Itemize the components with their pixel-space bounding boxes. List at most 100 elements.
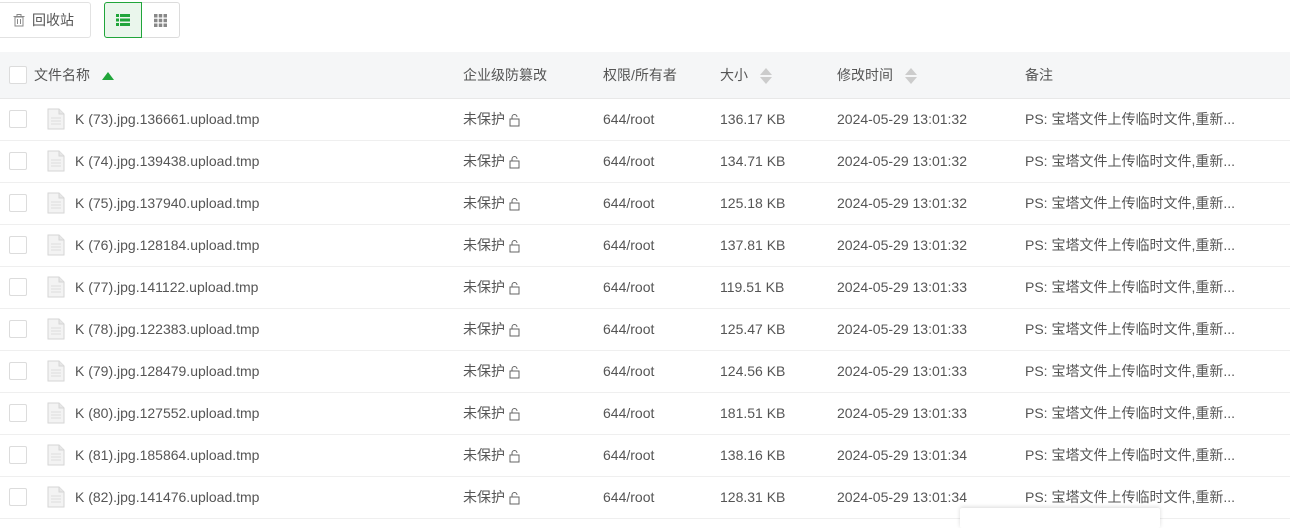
- note-value: PS: 宝塔文件上传临时文件,重新...: [1025, 111, 1235, 127]
- protection-cell[interactable]: 未保护: [463, 182, 603, 224]
- table-row[interactable]: K (74).jpg.139438.upload.tmp 未保护 644/roo…: [0, 140, 1290, 182]
- mtime-cell: 2024-05-29 13:01:33: [837, 350, 1025, 392]
- mtime-value: 2024-05-29 13:01:32: [837, 153, 967, 169]
- size-cell: 124.56 KB: [720, 350, 837, 392]
- protection-cell[interactable]: 未保护: [463, 140, 603, 182]
- lock-icon[interactable]: [507, 281, 521, 295]
- lock-icon[interactable]: [507, 323, 521, 337]
- size-cell: 136.17 KB: [720, 98, 837, 140]
- protection-cell[interactable]: 未保护: [463, 392, 603, 434]
- recycle-bin-button[interactable]: 回收站: [0, 2, 91, 38]
- lock-icon[interactable]: [507, 365, 521, 379]
- file-name-link[interactable]: K (75).jpg.137940.upload.tmp: [75, 195, 259, 211]
- file-name-link[interactable]: K (79).jpg.128479.upload.tmp: [75, 363, 259, 379]
- permission-cell[interactable]: 644/root: [603, 98, 720, 140]
- lock-icon[interactable]: [507, 113, 521, 127]
- table-row[interactable]: K (73).jpg.136661.upload.tmp 未保护 644/roo…: [0, 98, 1290, 140]
- permission-cell[interactable]: 644/root: [603, 182, 720, 224]
- lock-icon[interactable]: [507, 155, 521, 169]
- row-checkbox[interactable]: [9, 152, 27, 171]
- file-name-link[interactable]: K (77).jpg.141122.upload.tmp: [75, 279, 258, 295]
- file-name-link[interactable]: K (76).jpg.128184.upload.tmp: [75, 237, 259, 253]
- mtime-value: 2024-05-29 13:01:33: [837, 405, 967, 421]
- table-row[interactable]: K (77).jpg.141122.upload.tmp 未保护 644/roo…: [0, 266, 1290, 308]
- header-mtime[interactable]: 修改时间: [837, 52, 1025, 99]
- note-cell[interactable]: PS: 宝塔文件上传临时文件,重新...: [1025, 308, 1290, 350]
- file-name-link[interactable]: K (80).jpg.127552.upload.tmp: [75, 405, 259, 421]
- file-name-link[interactable]: K (74).jpg.139438.upload.tmp: [75, 153, 259, 169]
- protection-cell[interactable]: 未保护: [463, 350, 603, 392]
- file-icon: [47, 150, 65, 172]
- row-checkbox[interactable]: [9, 110, 27, 129]
- mtime-cell: 2024-05-29 13:01:33: [837, 266, 1025, 308]
- lock-icon[interactable]: [507, 491, 521, 505]
- file-name-link[interactable]: K (82).jpg.141476.upload.tmp: [75, 489, 259, 505]
- trash-icon: [13, 14, 25, 27]
- protection-status: 未保护: [463, 321, 505, 337]
- lock-icon[interactable]: [507, 407, 521, 421]
- row-checkbox[interactable]: [9, 446, 27, 465]
- mtime-cell: 2024-05-29 13:01:33: [837, 392, 1025, 434]
- row-checkbox[interactable]: [9, 278, 27, 297]
- note-value: PS: 宝塔文件上传临时文件,重新...: [1025, 195, 1235, 211]
- file-name-link[interactable]: K (73).jpg.136661.upload.tmp: [75, 111, 259, 127]
- permission-cell[interactable]: 644/root: [603, 350, 720, 392]
- protection-cell[interactable]: 未保护: [463, 224, 603, 266]
- row-checkbox[interactable]: [9, 404, 27, 423]
- row-checkbox[interactable]: [9, 488, 27, 507]
- header-name-label: 文件名称: [34, 66, 90, 83]
- permission-cell[interactable]: 644/root: [603, 476, 720, 518]
- header-size[interactable]: 大小: [720, 52, 837, 99]
- grid-view-button[interactable]: [142, 2, 180, 38]
- permission-value: 644/root: [603, 405, 655, 421]
- row-checkbox[interactable]: [9, 194, 27, 213]
- note-cell[interactable]: PS: 宝塔文件上传临时文件,重新...: [1025, 140, 1290, 182]
- floating-popup: [960, 508, 1160, 528]
- note-cell[interactable]: PS: 宝塔文件上传临时文件,重新...: [1025, 350, 1290, 392]
- note-cell[interactable]: PS: 宝塔文件上传临时文件,重新...: [1025, 434, 1290, 476]
- permission-value: 644/root: [603, 111, 655, 127]
- mtime-cell: 2024-05-29 13:01:32: [837, 224, 1025, 266]
- file-name-link[interactable]: K (81).jpg.185864.upload.tmp: [75, 447, 259, 463]
- table-row[interactable]: K (81).jpg.185864.upload.tmp 未保护 644/roo…: [0, 434, 1290, 476]
- protection-cell[interactable]: 未保护: [463, 308, 603, 350]
- protection-cell[interactable]: 未保护: [463, 266, 603, 308]
- table-row[interactable]: K (78).jpg.122383.upload.tmp 未保护 644/roo…: [0, 308, 1290, 350]
- list-view-button[interactable]: [104, 2, 142, 38]
- permission-cell[interactable]: 644/root: [603, 224, 720, 266]
- note-cell[interactable]: PS: 宝塔文件上传临时文件,重新...: [1025, 182, 1290, 224]
- protection-cell[interactable]: 未保护: [463, 434, 603, 476]
- header-name[interactable]: 文件名称: [34, 52, 463, 99]
- permission-cell[interactable]: 644/root: [603, 392, 720, 434]
- permission-cell[interactable]: 644/root: [603, 140, 720, 182]
- mtime-value: 2024-05-29 13:01:33: [837, 279, 967, 295]
- select-all-checkbox[interactable]: [9, 65, 27, 84]
- lock-icon[interactable]: [507, 239, 521, 253]
- row-checkbox[interactable]: [9, 320, 27, 339]
- note-cell[interactable]: PS: 宝塔文件上传临时文件,重新...: [1025, 98, 1290, 140]
- row-checkbox[interactable]: [9, 362, 27, 381]
- size-value: 134.71 KB: [720, 153, 786, 169]
- protection-status: 未保护: [463, 447, 505, 463]
- mtime-value: 2024-05-29 13:01:34: [837, 489, 967, 505]
- file-name-link[interactable]: K (78).jpg.122383.upload.tmp: [75, 321, 259, 337]
- permission-cell[interactable]: 644/root: [603, 434, 720, 476]
- lock-icon[interactable]: [507, 449, 521, 463]
- header-size-label: 大小: [720, 66, 748, 83]
- table-row[interactable]: K (80).jpg.127552.upload.tmp 未保护 644/roo…: [0, 392, 1290, 434]
- table-row[interactable]: K (75).jpg.137940.upload.tmp 未保护 644/roo…: [0, 182, 1290, 224]
- header-permission: 权限/所有者: [603, 52, 720, 99]
- permission-cell[interactable]: 644/root: [603, 266, 720, 308]
- protection-cell[interactable]: 未保护: [463, 476, 603, 518]
- note-cell[interactable]: PS: 宝塔文件上传临时文件,重新...: [1025, 224, 1290, 266]
- permission-cell[interactable]: 644/root: [603, 308, 720, 350]
- row-checkbox[interactable]: [9, 236, 27, 255]
- protection-cell[interactable]: 未保护: [463, 98, 603, 140]
- size-value: 136.17 KB: [720, 111, 786, 127]
- note-cell[interactable]: PS: 宝塔文件上传临时文件,重新...: [1025, 266, 1290, 308]
- file-name-cell: K (76).jpg.128184.upload.tmp: [34, 224, 463, 266]
- note-cell[interactable]: PS: 宝塔文件上传临时文件,重新...: [1025, 392, 1290, 434]
- table-row[interactable]: K (79).jpg.128479.upload.tmp 未保护 644/roo…: [0, 350, 1290, 392]
- table-row[interactable]: K (76).jpg.128184.upload.tmp 未保护 644/roo…: [0, 224, 1290, 266]
- lock-icon[interactable]: [507, 197, 521, 211]
